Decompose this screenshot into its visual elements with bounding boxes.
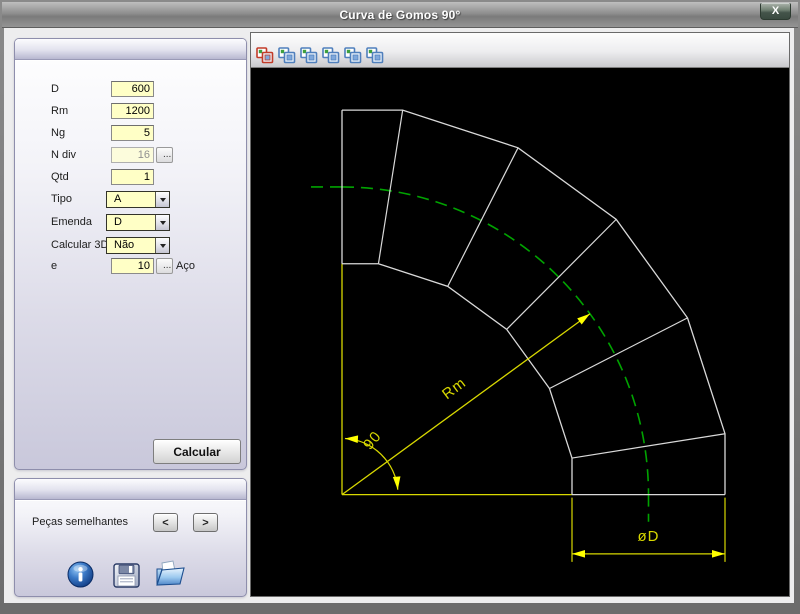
view-5-icon[interactable] [344,47,362,64]
gore-miter-line [572,434,725,458]
window-title: Curva de Gomos 90° [339,8,460,22]
field-label-e: e [51,260,57,272]
save-icon[interactable] [113,563,140,588]
field-label-ndiv: N div [51,149,76,161]
parameters-panel: D Rm Ng N div... Qtd Tipo A Emenda D Calcular 3DN… [14,38,247,470]
input-ndiv [111,147,154,163]
gore-miter-line [448,148,518,287]
dimension-arrow [572,550,585,558]
radius-dimension-line [342,314,590,495]
input-qtd[interactable] [111,169,154,185]
parameters-panel-header [15,39,246,60]
field-label-tipo: Tipo [51,193,72,205]
open-folder-icon[interactable] [153,559,187,589]
chevron-down-icon[interactable] [155,192,169,207]
view-6-icon[interactable] [366,47,384,64]
close-icon: X [772,5,779,17]
client-area: D Rm Ng N div... Qtd Tipo A Emenda D Calcular 3DN… [4,28,794,603]
field-label-qtd: Qtd [51,171,69,183]
chevron-down-icon[interactable] [155,238,169,253]
input-ng[interactable] [111,125,154,141]
dimension-arrow [577,314,590,325]
field-label-rm: Rm [51,105,68,117]
view-toolbar [251,33,789,68]
dimension-arrow [345,435,358,443]
combo-value-emenda: D [107,215,155,230]
previous-part-button[interactable]: < [153,513,178,532]
dimension-label: øD [638,528,660,545]
field-label-emenda: Emenda [51,216,92,228]
view-1-icon[interactable] [256,47,274,64]
similar-parts-panel: Peças semelhantes < > [14,478,247,597]
view-4-icon[interactable] [322,47,340,64]
similar-parts-panel-header [15,479,246,500]
browse-button-e[interactable]: ... [156,258,173,274]
input-rm[interactable] [111,103,154,119]
combo-value-calcular3d: Não [107,238,155,253]
drawing-container: Rm 90 øD [250,32,790,597]
info-icon[interactable] [67,561,94,588]
field-label-ng: Ng [51,127,65,139]
combo-calcular3d[interactable]: Não [106,237,170,254]
app-window: Curva de Gomos 90° X D Rm Ng N div... Qtd Tip… [0,0,800,614]
drawing-canvas[interactable]: Rm 90 øD [251,68,789,596]
gore-miter-line [507,219,617,329]
view-3-icon[interactable] [300,47,318,64]
view-2-icon[interactable] [278,47,296,64]
similar-parts-label: Peças semelhantes [32,516,128,528]
elbow-drawing: Rm 90 øD [251,68,789,596]
field-label-d: D [51,83,59,95]
dimension-label: 90 [360,428,385,453]
dimension-arrow [712,550,725,558]
input-d[interactable] [111,81,154,97]
field-label-calcular3d: Calcular 3D [51,239,108,251]
title-bar: Curva de Gomos 90° X [2,2,798,28]
field-suffix-e: Aço [176,260,195,272]
dimension-label: Rm [439,374,469,403]
combo-emenda[interactable]: D [106,214,170,231]
close-button[interactable]: X [760,3,791,20]
next-part-button[interactable]: > [193,513,218,532]
calculate-button[interactable]: Calcular [153,439,241,464]
combo-tipo[interactable]: A [106,191,170,208]
combo-value-tipo: A [107,192,155,207]
input-e[interactable] [111,258,154,274]
chevron-down-icon[interactable] [155,215,169,230]
browse-button-ndiv[interactable]: ... [156,147,173,163]
dimension-arrow [393,476,401,489]
gore-miter-line [378,110,402,264]
